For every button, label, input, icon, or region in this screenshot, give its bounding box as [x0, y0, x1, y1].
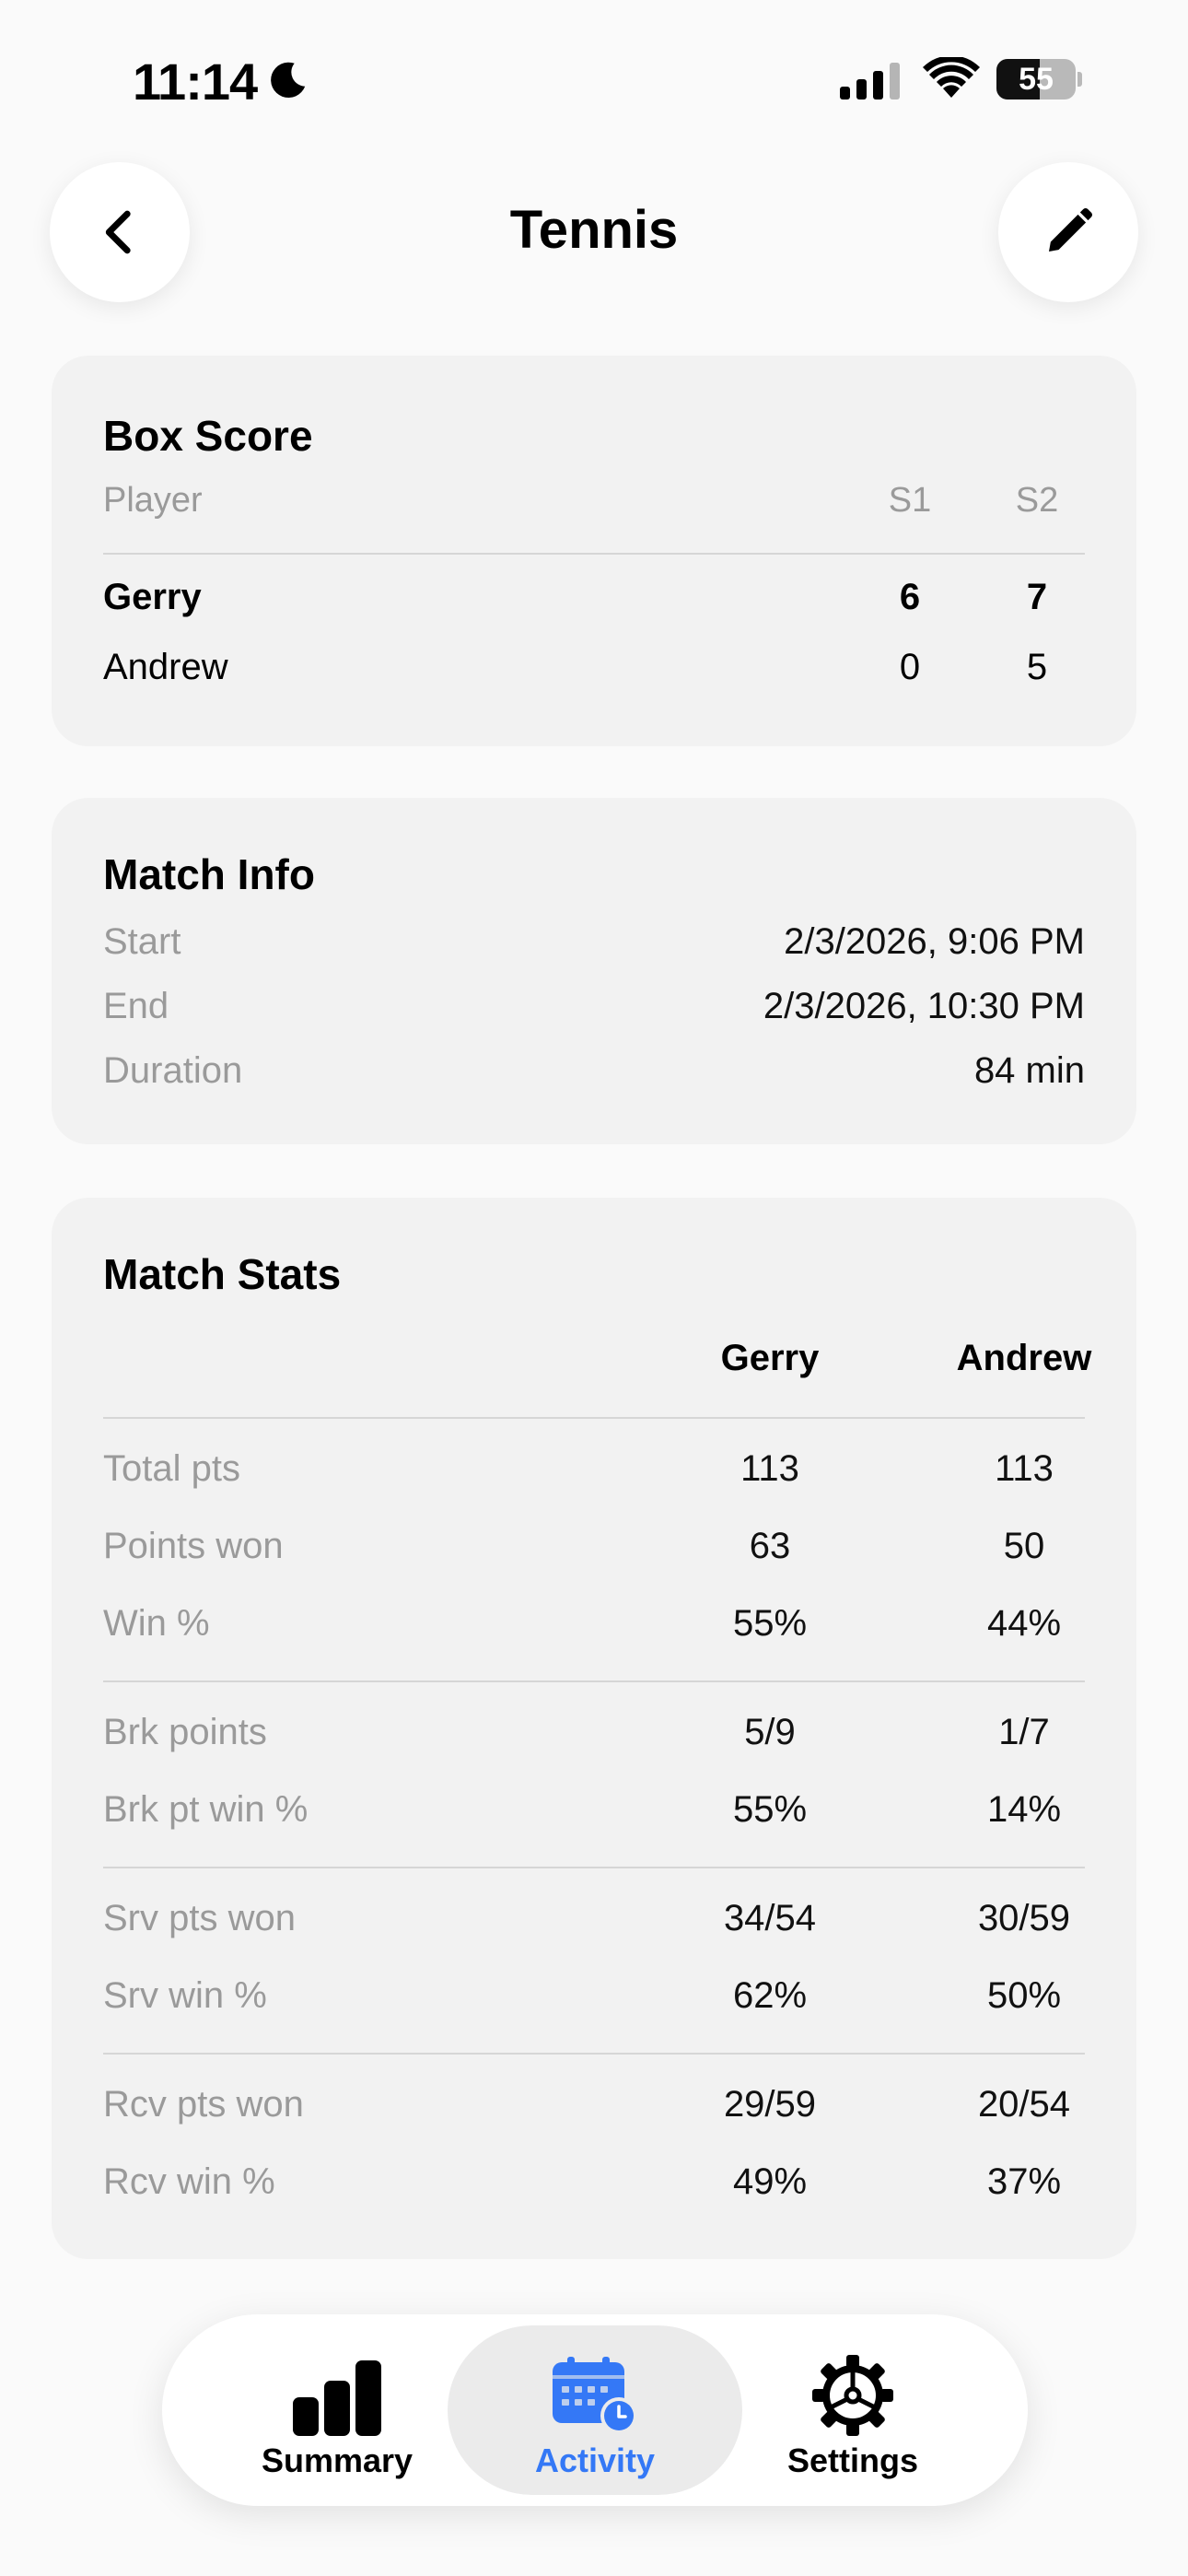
player1-stat: 29/59 [723, 2084, 817, 2125]
box-score-row: Andrew 0 5 [103, 647, 1085, 698]
gear-icon [812, 2355, 893, 2436]
divider [103, 1680, 1085, 1682]
stat-label: Points won [103, 1526, 284, 1566]
stats-row: Srv pts won 34/54 30/59 [103, 1898, 1085, 1950]
stats-row: Points won 63 50 [103, 1526, 1085, 1577]
player2-column-header: Andrew [956, 1338, 1092, 1378]
stat-label: Srv pts won [103, 1898, 296, 1938]
tab-label: Settings [786, 2441, 918, 2479]
player1-stat: 113 [740, 1448, 799, 1489]
set2-score: 7 [1026, 577, 1048, 617]
player2-stat: 50% [986, 1975, 1062, 2016]
player2-stat: 113 [995, 1448, 1054, 1489]
divider [103, 1867, 1085, 1868]
status-bar: 11:14 55 [0, 0, 1188, 157]
player1-stat: 5/9 [744, 1712, 796, 1752]
stat-label: Rcv pts won [103, 2084, 304, 2125]
tab-activity[interactable]: Activity [448, 2325, 742, 2495]
stat-label: Brk points [103, 1712, 267, 1752]
player2-stat: 20/54 [977, 2084, 1071, 2125]
set2-score: 5 [1026, 647, 1048, 687]
player2-stat: 44% [986, 1603, 1062, 1644]
set1-score: 6 [899, 577, 921, 617]
player1-stat: 62% [732, 1975, 808, 2016]
info-value: 84 min [973, 1050, 1085, 1091]
player1-stat: 49% [732, 2161, 808, 2202]
bar-chart-icon [293, 2360, 381, 2436]
player2-stat: 14% [986, 1789, 1062, 1830]
info-label: Start [103, 921, 181, 962]
match-stats-card: Match Stats Gerry Andrew Total pts 113 1… [52, 1198, 1136, 2259]
divider [103, 553, 1085, 555]
divider [103, 2053, 1085, 2055]
pencil-icon [1049, 208, 1092, 252]
set1-score: 0 [899, 647, 921, 687]
calendar-clock-icon [553, 2357, 637, 2434]
stat-label: Brk pt win % [103, 1789, 309, 1830]
stats-row: Win % 55% 44% [103, 1603, 1085, 1655]
player-column-header: Player [103, 481, 203, 520]
tab-bar: Summary Activity Settings [162, 2314, 1028, 2506]
player1-stat: 63 [749, 1526, 791, 1566]
info-label: End [103, 986, 169, 1026]
player2-stat: 1/7 [998, 1712, 1050, 1752]
box-score-header: Player S1 S2 [103, 481, 1085, 533]
info-row-duration: Duration 84 min [103, 1050, 1085, 1102]
battery-icon: 55 [996, 59, 1082, 100]
stats-header: Gerry Andrew [103, 1338, 1092, 1389]
stat-label: Rcv win % [103, 2161, 275, 2202]
tab-summary[interactable]: Summary [190, 2325, 484, 2495]
battery-percent: 55 [1019, 62, 1054, 97]
edit-button[interactable] [998, 162, 1138, 302]
tab-label: Summary [261, 2441, 413, 2479]
stat-label: Total pts [103, 1448, 240, 1489]
wifi-icon [923, 57, 980, 98]
info-value: 2/3/2026, 10:30 PM [763, 986, 1085, 1026]
stats-row: Rcv win % 49% 37% [103, 2161, 1085, 2213]
moon-icon [271, 62, 306, 99]
player2-stat: 30/59 [977, 1898, 1071, 1938]
match-stats-title: Match Stats [103, 1250, 342, 1298]
match-info-card: Match Info Start 2/3/2026, 9:06 PM End 2… [52, 798, 1136, 1144]
set2-column-header: S2 [1015, 481, 1059, 520]
tab-settings[interactable]: Settings [705, 2325, 1000, 2495]
info-row-start: Start 2/3/2026, 9:06 PM [103, 921, 1085, 973]
stats-row: Srv win % 62% 50% [103, 1975, 1085, 2027]
info-value: 2/3/2026, 9:06 PM [784, 921, 1085, 962]
player1-stat: 55% [732, 1603, 808, 1644]
box-score-row: Gerry 6 7 [103, 577, 1085, 628]
player1-stat: 55% [732, 1789, 808, 1830]
battery-body: 55 [996, 59, 1076, 100]
player1-stat: 34/54 [723, 1898, 817, 1938]
stat-label: Win % [103, 1603, 210, 1644]
player-name: Andrew [103, 647, 228, 687]
match-info-title: Match Info [103, 850, 315, 898]
player2-stat: 37% [986, 2161, 1062, 2202]
box-score-title: Box Score [103, 412, 313, 460]
info-label: Duration [103, 1050, 243, 1091]
player1-column-header: Gerry [720, 1338, 820, 1378]
player-name: Gerry [103, 577, 202, 617]
stat-label: Srv win % [103, 1975, 267, 2016]
stats-row: Brk points 5/9 1/7 [103, 1712, 1085, 1763]
stats-row: Rcv pts won 29/59 20/54 [103, 2084, 1085, 2136]
battery-tip [1077, 72, 1082, 87]
set1-column-header: S1 [888, 481, 932, 520]
stats-row: Total pts 113 113 [103, 1448, 1085, 1500]
box-score-card: Box Score Player S1 S2 Gerry 6 7 Andrew … [52, 356, 1136, 746]
status-time: 11:14 [133, 53, 258, 111]
stats-row: Brk pt win % 55% 14% [103, 1789, 1085, 1841]
tab-label: Activity [534, 2441, 656, 2479]
divider [103, 1417, 1085, 1419]
player2-stat: 50 [1003, 1526, 1045, 1566]
signal-icon [840, 63, 900, 100]
info-row-end: End 2/3/2026, 10:30 PM [103, 986, 1085, 1037]
